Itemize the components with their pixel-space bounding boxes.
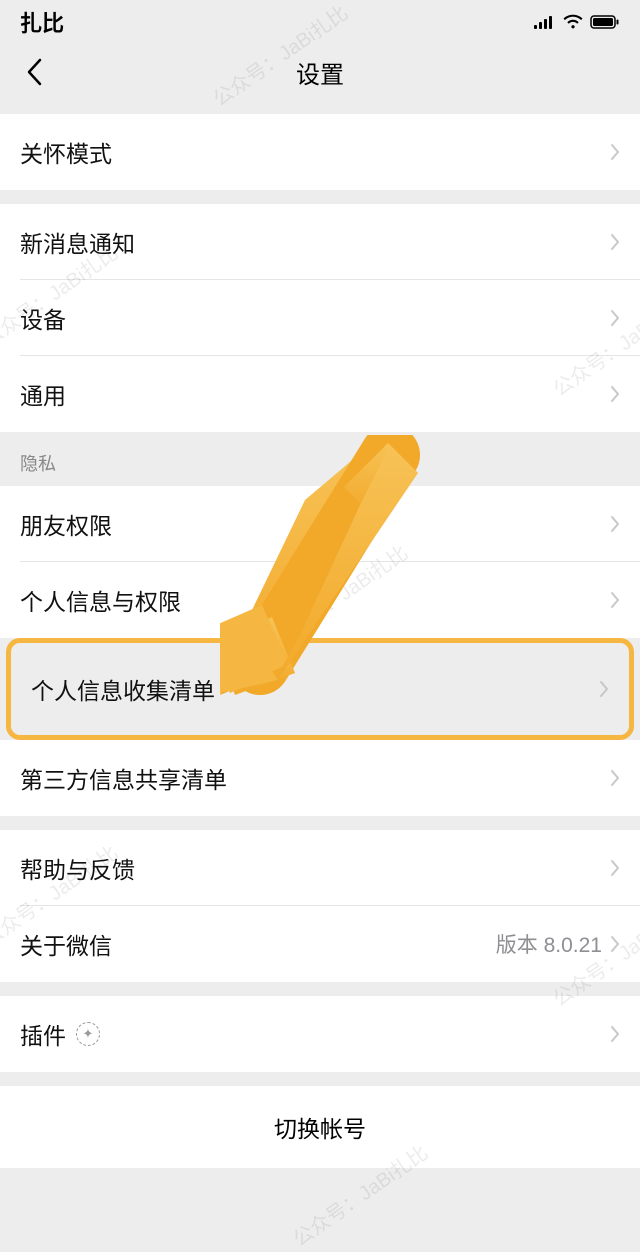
status-bar: 扎比 bbox=[0, 0, 640, 44]
row-label: 插件 ✦ bbox=[20, 1017, 610, 1051]
lightbulb-icon: ✦ bbox=[76, 1022, 100, 1046]
page-title: 设置 bbox=[0, 55, 640, 90]
row-label: 关于微信 bbox=[20, 927, 496, 961]
row-new-message-notify[interactable]: 新消息通知 bbox=[0, 204, 640, 280]
row-label: 帮助与反馈 bbox=[20, 851, 610, 885]
switch-account-label: 切换帐号 bbox=[274, 1116, 366, 1142]
row-label-text: 插件 bbox=[20, 1017, 66, 1051]
row-help-feedback[interactable]: 帮助与反馈 bbox=[0, 830, 640, 906]
row-label: 新消息通知 bbox=[20, 225, 610, 259]
chevron-right-icon bbox=[610, 1025, 620, 1043]
nav-bar: 设置 bbox=[0, 44, 640, 100]
row-label: 个人信息与权限 bbox=[20, 583, 610, 617]
chevron-right-icon bbox=[610, 309, 620, 327]
chevron-right-icon bbox=[599, 680, 609, 698]
back-button[interactable] bbox=[14, 52, 54, 92]
row-third-party-share-list[interactable]: 第三方信息共享清单 bbox=[0, 740, 640, 816]
chevron-right-icon bbox=[610, 769, 620, 787]
chevron-right-icon bbox=[610, 859, 620, 877]
status-right-icons bbox=[534, 14, 620, 30]
row-personal-info-collection-list[interactable]: 个人信息收集清单 bbox=[11, 643, 629, 735]
row-plugin[interactable]: 插件 ✦ bbox=[0, 996, 640, 1072]
row-general[interactable]: 通用 bbox=[0, 356, 640, 432]
row-label: 通用 bbox=[20, 377, 610, 411]
row-care-mode[interactable]: 关怀模式 bbox=[0, 114, 640, 190]
battery-icon bbox=[590, 15, 620, 29]
row-label: 个人信息收集清单 bbox=[31, 672, 599, 706]
row-personal-info-permissions[interactable]: 个人信息与权限 bbox=[0, 562, 640, 638]
row-label: 设备 bbox=[20, 301, 610, 335]
row-switch-account[interactable]: 切换帐号 bbox=[0, 1086, 640, 1168]
row-label: 朋友权限 bbox=[20, 507, 610, 541]
highlight-annotation: 个人信息收集清单 bbox=[6, 638, 634, 740]
wifi-icon bbox=[562, 14, 584, 30]
row-label: 第三方信息共享清单 bbox=[20, 761, 610, 795]
chevron-right-icon bbox=[610, 233, 620, 251]
section-header-privacy: 隐私 bbox=[0, 432, 640, 486]
cellular-signal-icon bbox=[534, 15, 556, 29]
chevron-right-icon bbox=[610, 515, 620, 533]
status-left-text: 扎比 bbox=[20, 6, 64, 38]
chevron-right-icon bbox=[610, 591, 620, 609]
row-about-wechat[interactable]: 关于微信 版本 8.0.21 bbox=[0, 906, 640, 982]
chevron-right-icon bbox=[610, 143, 620, 161]
chevron-left-icon bbox=[26, 58, 42, 86]
chevron-right-icon bbox=[610, 385, 620, 403]
row-friend-permissions[interactable]: 朋友权限 bbox=[0, 486, 640, 562]
row-value-version: 版本 8.0.21 bbox=[496, 929, 602, 959]
row-devices[interactable]: 设备 bbox=[0, 280, 640, 356]
chevron-right-icon bbox=[610, 935, 620, 953]
row-label: 关怀模式 bbox=[20, 135, 610, 169]
